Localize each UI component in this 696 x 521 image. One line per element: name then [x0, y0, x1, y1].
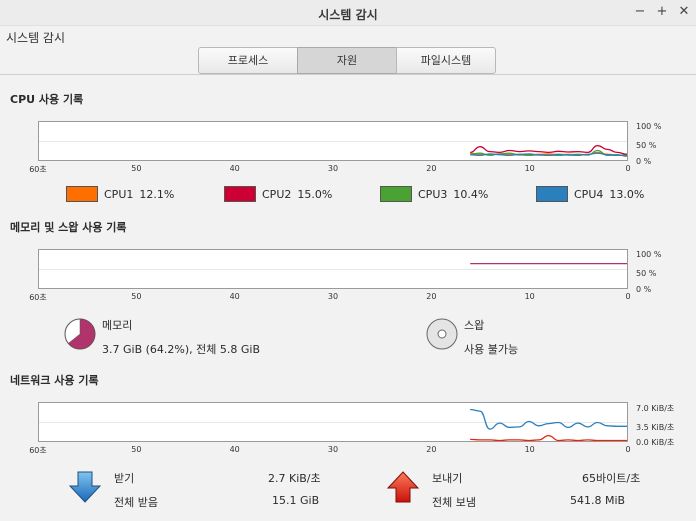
cpu-x-tick: 10 [524, 164, 535, 173]
total-sent-label: 전체 보냄 [432, 496, 476, 509]
download-arrow-icon [68, 471, 102, 503]
cpu-x-tick: 60초 [29, 165, 47, 174]
swap-disc-icon[interactable] [426, 318, 458, 350]
cpu-x-tick: 40 [229, 164, 240, 173]
series-line-2-0 [470, 408, 627, 430]
network-plot [470, 408, 627, 441]
cpu2-color-swatch[interactable] [224, 186, 256, 202]
cpu4-color-swatch[interactable] [536, 186, 568, 202]
total-received-value: 15.1 GiB [272, 494, 320, 507]
cpu-x-tick: 30 [327, 164, 339, 173]
mem-x-tick: 50 [131, 292, 142, 301]
net-y-tick-mid: 3.5 KiB/초 [636, 423, 675, 432]
net-x-tick: 10 [524, 445, 535, 454]
memory-pie-icon[interactable] [64, 318, 96, 350]
mem-x-tick: 0 [625, 292, 631, 301]
cpu4-name: CPU4 [574, 187, 604, 201]
cpu2-value: 15.0% [297, 187, 333, 201]
cpu1-value: 12.1% [139, 187, 175, 201]
net-x-tick: 40 [229, 445, 240, 454]
cpu-y-tick-50: 50 % [636, 141, 657, 150]
network-history-graph [38, 402, 628, 442]
send-rate: 65바이트/초 [582, 472, 641, 485]
total-received-label: 전체 받음 [114, 496, 158, 509]
net-x-tick: 20 [426, 445, 437, 454]
network-section-title: 네트워크 사용 기록 [10, 374, 99, 387]
mem-y-tick-100: 100 % [636, 250, 662, 259]
memory-plot [470, 262, 627, 265]
net-x-tick: 50 [131, 445, 142, 454]
tab-bar: 프로세스 자원 파일시스템 [198, 47, 496, 74]
net-x-tick: 0 [625, 445, 631, 454]
receive-label: 받기 [114, 472, 135, 485]
net-y-tick-max: 7.0 KiB/초 [636, 404, 675, 413]
swap-value: 사용 불가능 [464, 343, 519, 356]
window-title: 시스템 감시 [318, 8, 378, 22]
memory-section-title: 메모리 및 스왑 사용 기록 [10, 221, 127, 234]
net-x-tick: 30 [327, 445, 339, 454]
tab-processes[interactable]: 프로세스 [198, 47, 298, 74]
upload-arrow-icon [386, 471, 420, 503]
memory-history-graph [38, 249, 628, 289]
total-sent-value: 541.8 MiB [570, 494, 626, 507]
net-x-tick: 60초 [29, 446, 47, 455]
cpu-section-title: CPU 사용 기록 [10, 93, 84, 106]
memory-label: 메모리 [102, 319, 133, 332]
maximize-button[interactable]: + [654, 4, 670, 20]
app-menu[interactable]: 시스템 감시 [6, 29, 65, 46]
cpu-x-tick: 50 [131, 164, 142, 173]
send-label: 보내기 [432, 472, 463, 485]
memory-value: 3.7 GiB (64.2%), 전체 5.8 GiB [102, 343, 260, 356]
cpu-y-tick-100: 100 % [636, 122, 662, 131]
legend-cpu2[interactable]: CPU2 15.0% [224, 186, 332, 202]
cpu-x-tick: 20 [426, 164, 437, 173]
mem-x-tick: 40 [229, 292, 240, 301]
cpu3-name: CPU3 [418, 187, 448, 201]
cpu3-value: 10.4% [453, 187, 489, 201]
receive-rate: 2.7 KiB/초 [268, 472, 321, 485]
legend-cpu1[interactable]: CPU1 12.1% [66, 186, 174, 202]
tab-resources[interactable]: 자원 [297, 47, 397, 74]
legend-cpu4[interactable]: CPU4 13.0% [536, 186, 644, 202]
window-titlebar[interactable]: 시스템 감시 − + ✕ [0, 0, 696, 26]
swap-label: 스왑 [464, 319, 485, 332]
cpu-plot [470, 144, 627, 157]
mem-y-tick-50: 50 % [636, 269, 657, 278]
cpu-x-tick: 0 [625, 164, 631, 173]
tab-filesystems[interactable]: 파일시스템 [396, 47, 496, 74]
legend-cpu3[interactable]: CPU3 10.4% [380, 186, 488, 202]
cpu1-color-swatch[interactable] [66, 186, 98, 202]
mem-x-tick: 30 [327, 292, 339, 301]
cpu2-name: CPU2 [262, 187, 292, 201]
cpu1-name: CPU1 [104, 187, 134, 201]
cpu3-color-swatch[interactable] [380, 186, 412, 202]
close-button[interactable]: ✕ [676, 4, 692, 20]
mem-x-tick: 10 [524, 292, 535, 301]
cpu4-value: 13.0% [609, 187, 645, 201]
mem-x-tick: 20 [426, 292, 437, 301]
series-line-2-1 [470, 434, 627, 441]
mem-x-tick: 60초 [29, 293, 47, 302]
cpu-history-graph [38, 121, 628, 161]
minimize-button[interactable]: − [632, 4, 648, 20]
